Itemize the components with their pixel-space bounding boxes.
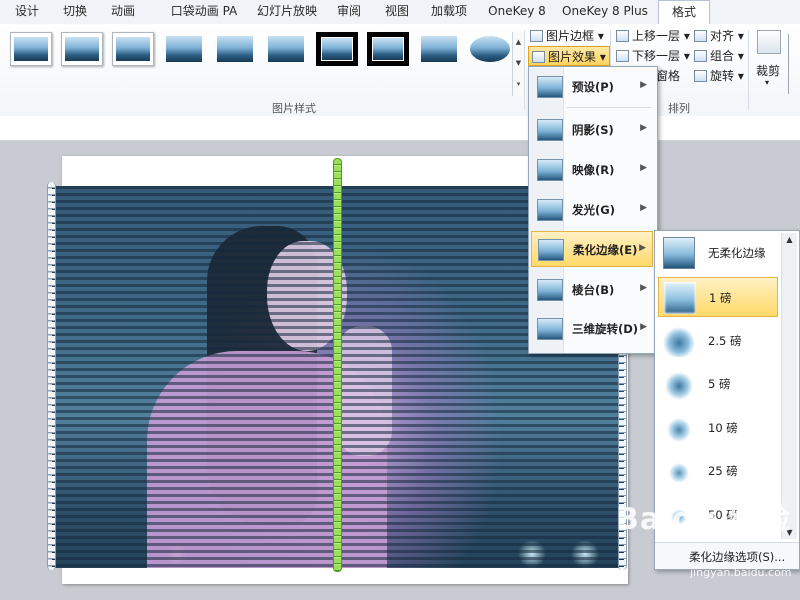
crop-button[interactable]: 裁剪 ▾: [754, 28, 784, 98]
rotate-icon: [694, 70, 707, 82]
shadow-icon: [537, 119, 563, 141]
bevel-icon: [537, 279, 563, 301]
watermark-url: jingyan.baidu.com: [690, 566, 792, 579]
soft-edge-option-2-5pt[interactable]: 2.5 磅: [658, 321, 778, 361]
bring-forward-icon: [616, 30, 629, 42]
picture-border-button[interactable]: 图片边框 ▾: [530, 26, 604, 46]
style-thumb[interactable]: [163, 32, 205, 66]
soft-edge-2-5pt-icon: [663, 325, 695, 357]
soft-edge-option-10pt[interactable]: 10 磅: [658, 408, 778, 448]
soft-edge-option-5pt[interactable]: 5 磅: [658, 364, 778, 404]
tab-pocket-animation[interactable]: 口袋动画 PA: [158, 0, 250, 24]
chevron-right-icon: ▶: [639, 243, 646, 253]
group-icon: [694, 50, 707, 62]
divider: [524, 30, 525, 110]
preset-icon: [537, 76, 563, 98]
tab-addins[interactable]: 加载项: [426, 0, 472, 24]
send-backward-button[interactable]: 下移一层 ▾: [616, 46, 690, 66]
formula-bar: [0, 116, 800, 141]
chevron-right-icon: ▶: [640, 163, 647, 173]
chevron-right-icon: ▶: [640, 123, 647, 133]
soft-edges-icon: [538, 239, 564, 261]
crop-icon: [757, 30, 781, 54]
effects-icon: [532, 51, 545, 63]
menu-item-shadow[interactable]: 阴影(S) ▶: [531, 112, 653, 148]
menu-separator: [567, 107, 651, 108]
soft-edge-option-25pt[interactable]: 25 磅: [658, 451, 778, 491]
scroll-up-icon[interactable]: ▲: [513, 32, 524, 53]
size-icons[interactable]: [788, 34, 800, 94]
picture-effects-button[interactable]: 图片效果 ▾: [528, 46, 610, 66]
scroll-down-icon[interactable]: ▼: [513, 53, 524, 74]
selection-pane-button[interactable]: 窗格: [656, 66, 680, 86]
menu-item-reflection[interactable]: 映像(R) ▶: [531, 152, 653, 188]
tab-slideshow[interactable]: 幻灯片放映: [256, 0, 318, 24]
scroll-up-icon[interactable]: ▲: [782, 235, 797, 244]
soft-edge-25pt-icon: [663, 455, 695, 487]
soft-edge-option-none[interactable]: 无柔化边缘: [658, 233, 778, 273]
group-label-arrange: 排列: [668, 102, 690, 115]
soft-edge-10pt-icon: [663, 412, 695, 444]
style-thumb[interactable]: [316, 32, 358, 66]
align-button[interactable]: 对齐 ▾: [694, 26, 744, 46]
soft-edges-options-item[interactable]: 柔化边缘选项(S)...: [655, 542, 799, 569]
gallery-scrollbar[interactable]: ▲ ▼ ▾: [512, 32, 524, 96]
reflection-icon: [537, 159, 563, 181]
soft-edge-5pt-icon: [663, 368, 695, 400]
chevron-down-icon: ▾: [765, 78, 770, 87]
tab-design[interactable]: 设计: [8, 0, 46, 24]
bring-forward-button[interactable]: 上移一层 ▾: [616, 26, 690, 46]
picture-effects-menu: 预设(P) ▶ 阴影(S) ▶ 映像(R) ▶ 发光(G) ▶ 柔化边缘(E) …: [528, 66, 658, 354]
tab-view[interactable]: 视图: [380, 0, 414, 24]
picture-styles-gallery: [6, 32, 516, 110]
align-icon: [694, 30, 707, 42]
style-thumb[interactable]: [61, 32, 103, 66]
watermark-logo: Baidu 经验: [616, 502, 791, 537]
menu-item-3d-rotation[interactable]: 三维旋转(D) ▶: [531, 311, 653, 347]
menu-item-preset[interactable]: 预设(P) ▶: [531, 69, 653, 105]
crop-label: 裁剪: [756, 64, 781, 78]
left-sizing-handle[interactable]: [47, 182, 56, 570]
style-thumb[interactable]: [418, 32, 460, 66]
chevron-right-icon: ▶: [640, 203, 647, 213]
glow-icon: [537, 199, 563, 221]
divider: [748, 30, 749, 110]
tab-format[interactable]: 格式: [658, 0, 710, 25]
menu-item-bevel[interactable]: 棱台(B) ▶: [531, 272, 653, 308]
style-thumb[interactable]: [112, 32, 154, 66]
no-soft-edge-icon: [663, 237, 695, 269]
ribbon-tab-bar: 设计 切换 动画 口袋动画 PA 幻灯片放映 审阅 视图 加载项 OneKey …: [0, 0, 800, 25]
style-thumb[interactable]: [214, 32, 256, 66]
style-thumb[interactable]: [265, 32, 307, 66]
chevron-right-icon: ▶: [640, 80, 647, 90]
send-backward-icon: [616, 50, 629, 62]
menu-item-glow[interactable]: 发光(G) ▶: [531, 192, 653, 228]
pencil-icon: [530, 30, 543, 42]
style-thumb[interactable]: [469, 32, 511, 66]
group-label-picture-styles: 图片样式: [272, 102, 316, 115]
gallery-more-icon[interactable]: ▾: [513, 74, 524, 95]
group-button[interactable]: 组合 ▾: [694, 46, 744, 66]
soft-edge-1pt-icon: [664, 282, 696, 314]
3d-rotation-icon: [537, 318, 563, 340]
tab-animations[interactable]: 动画: [104, 0, 142, 24]
menu-item-soft-edges[interactable]: 柔化边缘(E) ▶: [531, 231, 653, 267]
tab-review[interactable]: 审阅: [332, 0, 366, 24]
tab-onekey8[interactable]: OneKey 8: [484, 0, 550, 24]
soft-edge-option-1pt[interactable]: 1 磅: [658, 277, 778, 317]
rotation-guide-handle[interactable]: [333, 158, 342, 572]
rotate-button[interactable]: 旋转 ▾: [694, 66, 744, 86]
ribbon: ▲ ▼ ▾ 图片样式 图片边框 ▾ 图片效果 ▾ 上移一层 ▾ 下移一层 ▾ 窗…: [0, 24, 800, 117]
chevron-right-icon: ▶: [640, 322, 647, 332]
style-thumb[interactable]: [10, 32, 52, 66]
style-thumb[interactable]: [367, 32, 409, 66]
tab-transitions[interactable]: 切换: [56, 0, 94, 24]
tab-onekey8-plus[interactable]: OneKey 8 Plus: [560, 0, 650, 24]
chevron-right-icon: ▶: [640, 283, 647, 293]
